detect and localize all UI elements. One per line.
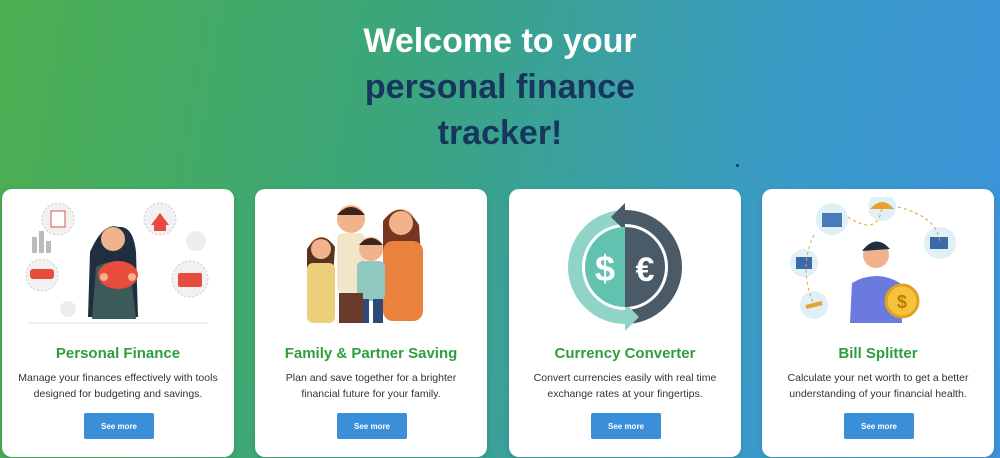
card-title: Currency Converter <box>554 345 696 362</box>
card-title: Personal Finance <box>55 345 181 362</box>
svg-text:$: $ <box>897 292 907 312</box>
decorative-dot <box>736 164 739 167</box>
hero-line-2: personal finance <box>364 68 636 106</box>
card-family-partner-saving[interactable]: Family & Partner Saving Plan and save to… <box>255 189 487 457</box>
dollar-euro-exchange-icon: $ € <box>568 203 682 331</box>
piggy-bank-woman-icon <box>25 202 209 324</box>
card-description: Calculate your net worth to get a better… <box>787 372 969 400</box>
card-description: Convert currencies easily with real time… <box>533 372 717 400</box>
hero-heading: Welcome to your personal finance tracker… <box>0 18 1000 156</box>
card-description: Manage your finances effectively with to… <box>18 372 218 400</box>
card-title: Family & Partner Saving <box>284 345 458 362</box>
man-with-coin-icon: $ <box>790 197 956 323</box>
feature-cards: Personal Finance Manage your finances ef… <box>2 189 998 458</box>
hero-line-1: Welcome to your <box>363 22 637 60</box>
card-title: Bill Splitter <box>838 345 918 362</box>
svg-text:$: $ <box>595 248 615 289</box>
card-personal-finance[interactable]: Personal Finance Manage your finances ef… <box>2 189 234 457</box>
see-more-button[interactable]: See more <box>337 413 407 439</box>
hero-line-3: tracker! <box>437 114 563 152</box>
svg-text:€: € <box>636 251 655 289</box>
see-more-button[interactable]: See more <box>84 413 154 439</box>
family-hug-icon <box>307 205 423 323</box>
see-more-button[interactable]: See more <box>844 413 914 439</box>
card-description: Plan and save together for a brighter fi… <box>285 372 457 400</box>
see-more-button[interactable]: See more <box>591 413 661 439</box>
card-currency-converter[interactable]: $ € Currency Converter Convert currencie… <box>509 189 741 457</box>
card-bill-splitter[interactable]: $ Bill Splitter Calculate your net worth… <box>762 189 994 457</box>
